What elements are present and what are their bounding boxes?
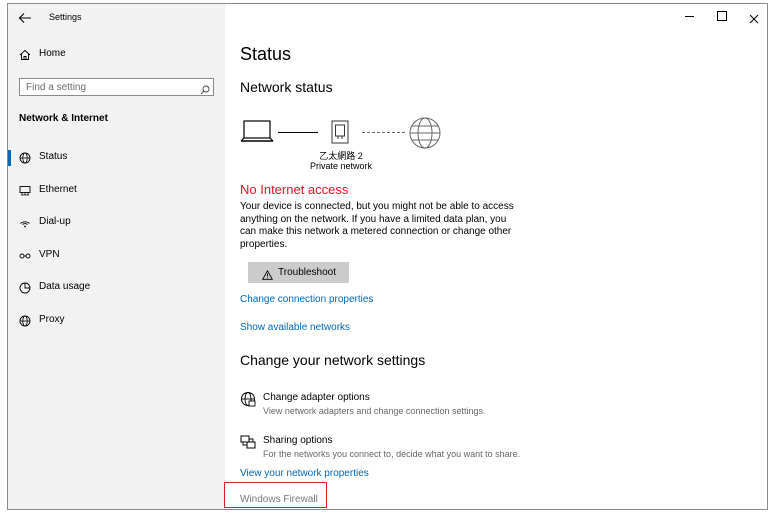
ethernet-icon <box>19 184 31 202</box>
sidebar-item-label: Home <box>39 48 66 59</box>
minimize-button[interactable] <box>674 4 706 28</box>
adapter-globe-icon <box>240 391 256 412</box>
network-profile: Private network <box>309 161 373 171</box>
network-status-heading: Network status <box>240 79 333 95</box>
change-connection-link[interactable]: Change connection properties <box>240 294 373 305</box>
globe-icon <box>19 151 31 169</box>
main-content: Status Network status 乙太網路 2 Private net… <box>224 4 767 509</box>
sidebar-item-data-usage[interactable]: Data usage <box>8 274 225 302</box>
laptop-icon <box>240 119 274 150</box>
home-icon <box>19 48 31 66</box>
troubleshoot-button[interactable]: Troubleshoot <box>248 262 349 283</box>
sharing-options-item[interactable]: Sharing options For the networks you con… <box>238 430 538 462</box>
dialup-icon <box>19 216 31 234</box>
minimize-icon <box>685 16 694 17</box>
sharing-icon <box>240 434 256 455</box>
sidebar-item-label: VPN <box>39 249 60 260</box>
back-arrow-icon[interactable] <box>18 11 32 23</box>
sidebar-item-ethernet[interactable]: Ethernet <box>8 177 225 205</box>
maximize-icon <box>717 11 727 21</box>
change-settings-heading: Change your network settings <box>240 352 426 368</box>
option-desc: View network adapters and change connect… <box>263 406 486 416</box>
sidebar-item-vpn[interactable]: VPN <box>8 242 225 270</box>
option-desc: For the networks you connect to, decide … <box>263 449 521 459</box>
troubleshoot-label: Troubleshoot <box>278 267 336 278</box>
page-title: Status <box>240 44 292 64</box>
search-input[interactable] <box>26 81 186 93</box>
proxy-globe-icon <box>19 314 31 332</box>
close-button[interactable] <box>738 4 767 29</box>
sidebar-item-home[interactable]: Home <box>8 41 225 69</box>
option-title: Change adapter options <box>263 392 370 403</box>
sidebar-item-label: Proxy <box>39 314 65 325</box>
adapter-options-item[interactable]: Change adapter options View network adap… <box>238 387 538 419</box>
sidebar-item-proxy[interactable]: Proxy <box>8 307 225 335</box>
alert-title: No Internet access <box>240 182 349 197</box>
sidebar-item-label: Data usage <box>39 281 91 292</box>
close-icon <box>749 11 759 29</box>
ethernet-port-icon <box>330 119 350 152</box>
section-title: Network & Internet <box>19 113 108 124</box>
sidebar-item-label: Ethernet <box>39 184 77 195</box>
option-title: Sharing options <box>263 435 333 446</box>
sidebar-item-dialup[interactable]: Dial-up <box>8 209 225 237</box>
show-networks-link[interactable]: Show available networks <box>240 322 350 333</box>
search-icon[interactable] <box>200 82 210 100</box>
view-properties-link[interactable]: View your network properties <box>240 468 369 479</box>
settings-window: Settings Home Network & Internet Status <box>7 3 768 510</box>
data-usage-icon <box>19 281 31 299</box>
windows-firewall-link[interactable]: Windows Firewall <box>240 494 318 505</box>
sidebar-item-status[interactable]: Status <box>8 144 225 172</box>
internet-globe-icon <box>408 116 442 155</box>
connection-line <box>278 132 318 133</box>
dashed-connection-line <box>362 132 405 133</box>
vpn-icon <box>19 249 31 267</box>
maximize-button[interactable] <box>706 4 738 28</box>
warning-icon <box>261 267 274 285</box>
search-box[interactable] <box>19 78 214 96</box>
window-title: Settings <box>49 12 82 22</box>
alert-body: Your device is connected, but you might … <box>240 201 514 251</box>
selected-indicator <box>8 150 11 166</box>
sidebar-item-label: Dial-up <box>39 216 71 227</box>
sidebar: Settings Home Network & Internet Status <box>8 4 225 509</box>
sidebar-item-label: Status <box>39 151 68 162</box>
